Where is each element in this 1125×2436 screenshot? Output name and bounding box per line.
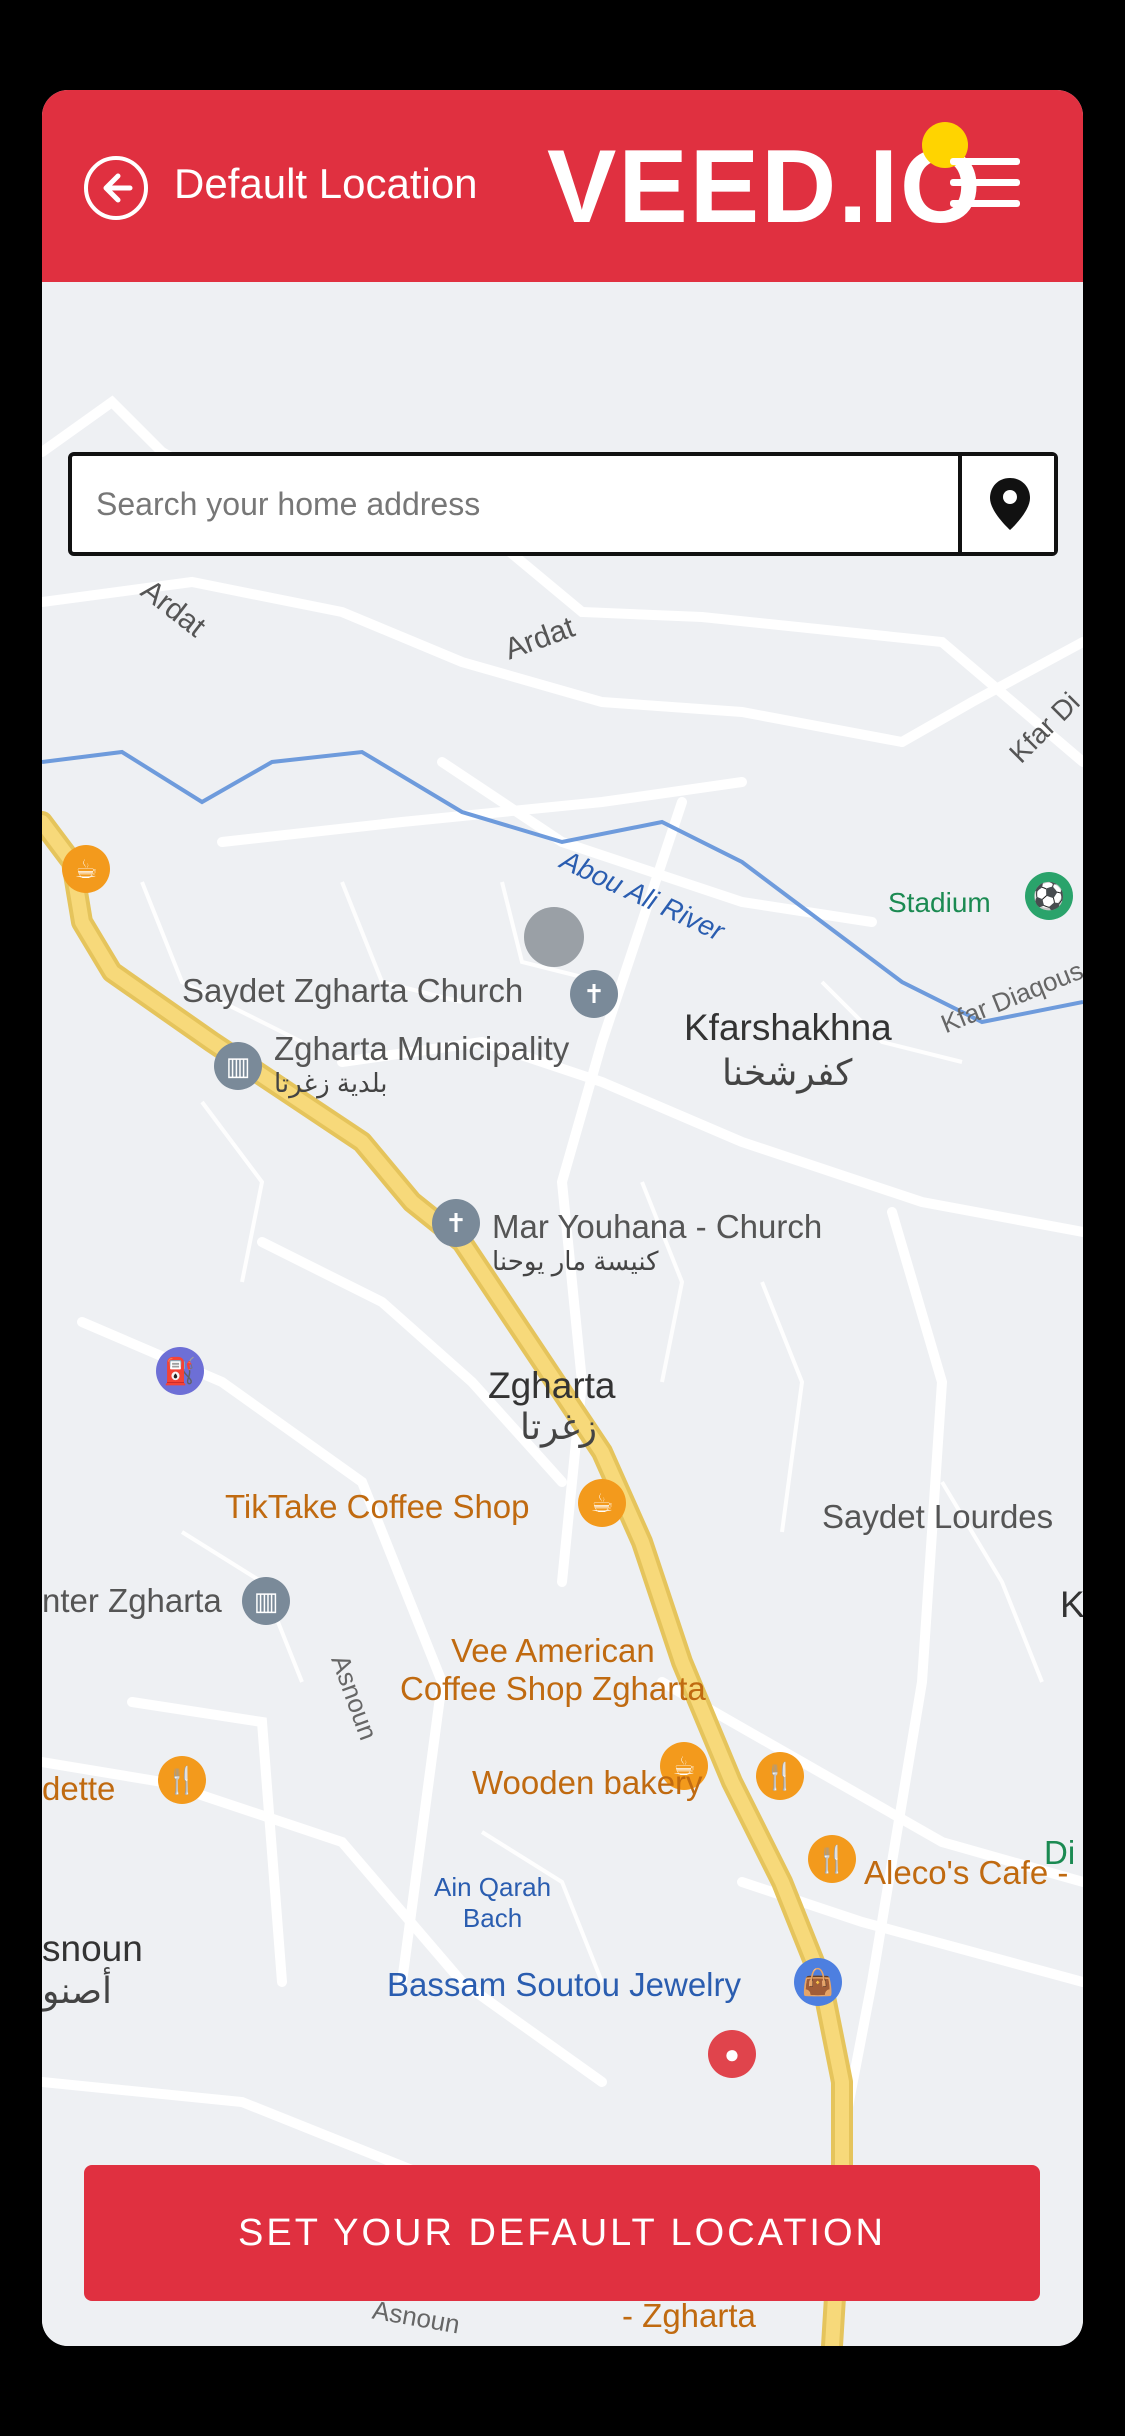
map-label-snoun-ar: أصنو [42,1970,113,2011]
map-label-zgharta-ar: زغرتا [520,1406,598,1447]
restaurant-icon[interactable]: 🍴 [756,1752,804,1800]
map-pin-icon [990,478,1030,530]
map-label-kfarshakhna: Kfarshakhna [684,1007,892,1048]
map-label-zgharta-bottom: - Zgharta [622,2297,756,2334]
page-title: Default Location [174,160,478,207]
church-icon[interactable]: ✝ [570,970,618,1018]
map-view[interactable]: Ardat Ardat Kfar Di Abou Ali River Stadi… [42,282,1083,2346]
map-label-mar-youhana: Mar Youhana - Church [492,1208,823,1245]
search-bar [68,452,1058,556]
menu-button[interactable] [950,158,1020,218]
cafe-icon[interactable]: ☕ [62,845,110,893]
fuel-icon[interactable]: ⛽ [156,1347,204,1395]
map-label-stadium: Stadium [888,887,991,918]
cafe-icon[interactable]: ☕ [578,1479,626,1527]
current-location-marker [524,907,584,967]
search-input[interactable] [72,456,952,552]
veed-logo: VEED.IO [547,129,983,245]
map-label-center-zgharta: nter Zgharta [42,1582,222,1619]
map-label-k: K [1060,1584,1083,1625]
arrow-left-icon [103,173,133,203]
building-icon[interactable]: ▥ [242,1577,290,1625]
app-screen: Default Location VEED.IO Search your hom… [42,90,1083,2346]
map-label-tiktake: TikTake Coffee Shop [225,1488,530,1525]
church-icon[interactable]: ✝ [432,1199,480,1247]
shopping-bag-icon[interactable]: 👜 [794,1958,842,2006]
map-label-aleco: Aleco's Cafe - [864,1854,1069,1891]
map-label-municipality-ar: بلدية زغرتا [274,1068,388,1098]
map-label-vee-american: Vee American Coffee Shop Zgharta [400,1632,706,1707]
set-default-location-button[interactable]: SET YOUR DEFAULT LOCATION [84,2165,1040,2301]
map-label-zgharta: Zgharta [488,1365,616,1406]
map-label-mar-youhana-ar: كنيسة مار يوحنا [492,1246,659,1276]
back-button[interactable] [84,156,148,220]
restaurant-icon[interactable]: 🍴 [158,1756,206,1804]
stadium-icon[interactable]: ⚽ [1025,872,1073,920]
municipality-icon[interactable]: ▥ [214,1042,262,1090]
map-roads [42,282,1083,2346]
map-label-saydet-lourdes: Saydet Lourdes [822,1498,1054,1535]
map-label-municipality: Zgharta Municipality [274,1030,570,1067]
app-header: Default Location VEED.IO [42,90,1083,282]
map-label-kfarshakhna-ar: كفرشخنا [722,1052,853,1093]
restaurant-icon[interactable]: 🍴 [808,1835,856,1883]
map-label-saydet-church: Saydet Zgharta Church [182,972,524,1009]
map-label-snoun: snoun [42,1928,143,1969]
locate-button[interactable] [958,456,1054,552]
map-label-wooden-bakery: Wooden bakery [472,1764,703,1801]
map-label-bassam: Bassam Soutou Jewelry [387,1966,741,2003]
map-label-ain-qarah: Ain Qarah Bach [434,1872,552,1933]
place-pin-icon[interactable]: ● [708,2030,756,2078]
map-label-dette: dette [42,1770,116,1807]
